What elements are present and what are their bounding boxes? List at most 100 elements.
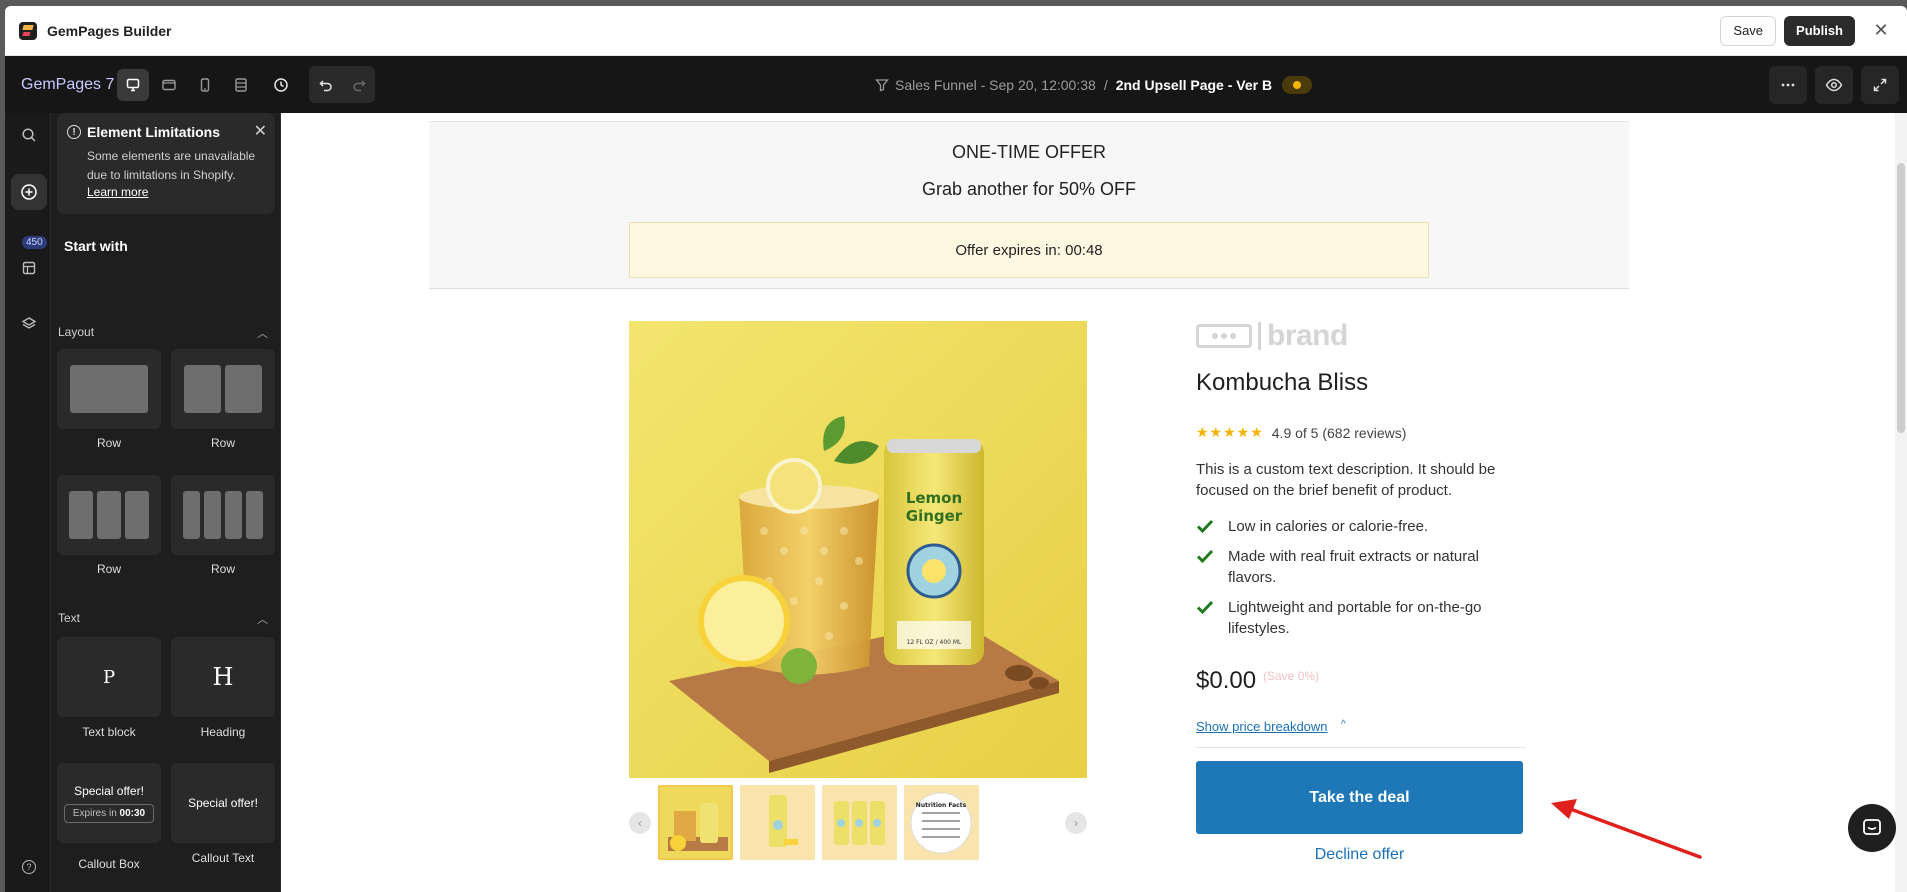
callout-preview-timer: Expires in 00:30 bbox=[63, 803, 155, 823]
layout-card-2col[interactable] bbox=[171, 349, 275, 429]
help-icon[interactable]: ? bbox=[22, 860, 36, 874]
chevron-up-icon[interactable]: ^ bbox=[1341, 719, 1346, 730]
redo-icon[interactable] bbox=[342, 66, 375, 103]
callout-box-label: Callout Box bbox=[78, 857, 140, 871]
funnel-crumb[interactable]: Sales Funnel - Sep 20, 12:00:38 bbox=[875, 77, 1096, 93]
learn-more-link[interactable]: Learn more bbox=[87, 185, 148, 199]
funnel-icon bbox=[875, 78, 889, 91]
status-badge bbox=[1282, 75, 1313, 94]
preview-eye-icon[interactable] bbox=[1815, 66, 1853, 104]
take-deal-button[interactable]: Take the deal bbox=[1196, 761, 1523, 834]
mobile-icon[interactable] bbox=[189, 69, 221, 101]
benefit-text: Made with real fruit extracts or natural… bbox=[1228, 548, 1479, 586]
fullscreen-icon[interactable] bbox=[1861, 66, 1899, 104]
more-icon[interactable] bbox=[1769, 66, 1807, 104]
benefit-item: Made with real fruit extracts or natural… bbox=[1196, 546, 1526, 588]
callout-box-card[interactable]: Special offer! Expires in 00:30 bbox=[57, 763, 161, 843]
layout-section-title[interactable]: Layout bbox=[58, 325, 94, 339]
product-thumbnails: ‹ Nutrition Facts › bbox=[629, 785, 1087, 861]
template-count-badge: 450 bbox=[22, 236, 47, 249]
heading-card[interactable]: H bbox=[171, 637, 275, 717]
text-block-label: Text block bbox=[82, 725, 136, 739]
heading-label: Heading bbox=[200, 725, 246, 739]
layout-label: Row bbox=[210, 562, 235, 576]
callout-text-preview: Special offer! bbox=[188, 796, 258, 810]
undo-icon[interactable] bbox=[309, 66, 342, 103]
chevron-up-icon[interactable]: ︿ bbox=[257, 611, 268, 627]
brand-logo[interactable]: brand bbox=[1196, 319, 1348, 353]
text-block-card[interactable]: P bbox=[57, 637, 161, 717]
layout-card-1col[interactable] bbox=[57, 349, 161, 429]
offer-title[interactable]: ONE-TIME OFFER bbox=[429, 142, 1629, 163]
benefit-item: Low in calories or calorie-free. bbox=[1196, 516, 1526, 537]
template-icon[interactable] bbox=[11, 250, 47, 286]
notice-close-icon[interactable]: ✕ bbox=[254, 121, 267, 141]
layout-label: Row bbox=[96, 562, 121, 576]
brand-logo-word: brand bbox=[1267, 319, 1348, 352]
scrollbar-thumb[interactable] bbox=[1897, 163, 1905, 433]
thumbnail-3[interactable] bbox=[822, 785, 897, 860]
column-block bbox=[97, 491, 121, 539]
editor-toolbar: GemPages 7 Sales Funnel - Sep 20, 12:00:… bbox=[5, 56, 1907, 113]
desktop-icon[interactable] bbox=[117, 68, 149, 101]
chevron-left-icon[interactable]: ‹ bbox=[629, 812, 651, 834]
price-breakdown-link[interactable]: Show price breakdown bbox=[1196, 719, 1328, 734]
column-block bbox=[70, 365, 148, 413]
can-volume: 12 FL OZ / 400 ML bbox=[907, 639, 962, 646]
brand-logo-divider bbox=[1258, 322, 1261, 350]
offer-subtitle[interactable]: Grab another for 50% OFF bbox=[429, 179, 1629, 200]
responsive-icon[interactable] bbox=[225, 69, 257, 101]
history-icon[interactable] bbox=[265, 69, 297, 101]
thumbnail-2[interactable] bbox=[740, 785, 815, 860]
nutrition-label: Nutrition Facts bbox=[916, 802, 967, 809]
close-icon[interactable]: ✕ bbox=[1869, 19, 1893, 43]
notice-title: Element Limitations bbox=[87, 124, 221, 140]
publish-button[interactable]: Publish bbox=[1784, 15, 1855, 46]
toolbar-right-actions bbox=[1769, 66, 1899, 104]
save-button[interactable]: Save bbox=[1720, 15, 1777, 46]
product-main-image[interactable]: Lemon Ginger 12 FL OZ / 400 ML bbox=[629, 321, 1087, 778]
add-element-icon[interactable] bbox=[11, 174, 47, 210]
callout-text-label: Callout Text bbox=[191, 851, 255, 865]
brand-logo-mark bbox=[1196, 324, 1252, 348]
funnel-name: Sales Funnel - Sep 20, 12:00:38 bbox=[895, 76, 1096, 93]
layout-card-4col[interactable] bbox=[171, 475, 275, 555]
tablet-landscape-icon[interactable] bbox=[153, 69, 185, 101]
product-description[interactable]: This is a custom text description. It sh… bbox=[1196, 459, 1526, 501]
layout-label: Row bbox=[96, 436, 121, 450]
text-section-title[interactable]: Text bbox=[58, 611, 80, 625]
layers-icon[interactable] bbox=[11, 306, 47, 342]
can-label-line2: Ginger bbox=[906, 507, 963, 525]
page-name[interactable]: 2nd Upsell Page - Ver B bbox=[1116, 77, 1272, 93]
countdown-timer[interactable]: Offer expires in: 00:48 bbox=[629, 222, 1429, 278]
can-label-line1: Lemon bbox=[906, 489, 962, 507]
benefit-text: Low in calories or calorie-free. bbox=[1228, 518, 1429, 535]
crumb-separator: / bbox=[1103, 76, 1108, 93]
start-with-heading: Start with bbox=[64, 238, 128, 254]
chevron-up-icon[interactable]: ︿ bbox=[257, 325, 268, 341]
canvas-scrollbar[interactable] bbox=[1895, 113, 1907, 892]
device-switcher bbox=[117, 68, 257, 101]
thumbnail-4[interactable]: Nutrition Facts bbox=[904, 785, 979, 860]
editor-brand: GemPages 7 bbox=[21, 75, 115, 93]
layout-label: Row bbox=[210, 436, 235, 450]
divider bbox=[1196, 747, 1526, 748]
chat-support-icon[interactable] bbox=[1848, 804, 1896, 852]
rating-text: 4.9 of 5 (682 reviews) bbox=[1271, 424, 1407, 441]
product-rating[interactable]: ★★★★★ 4.9 of 5 (682 reviews) bbox=[1196, 424, 1406, 441]
callout-text-card[interactable]: Special offer! bbox=[171, 763, 275, 843]
product-price[interactable]: $0.00 bbox=[1196, 667, 1256, 695]
thumbnail-1[interactable] bbox=[658, 785, 733, 860]
product-title[interactable]: Kombucha Bliss bbox=[1196, 369, 1368, 397]
search-icon[interactable] bbox=[11, 117, 47, 153]
offer-banner-section[interactable]: ONE-TIME OFFER Grab another for 50% OFF … bbox=[429, 121, 1629, 289]
page-canvas[interactable]: ONE-TIME OFFER Grab another for 50% OFF … bbox=[282, 113, 1907, 892]
breadcrumb: Sales Funnel - Sep 20, 12:00:38 / 2nd Up… bbox=[875, 56, 1313, 113]
benefit-text: Lightweight and portable for on-the-go l… bbox=[1228, 599, 1482, 637]
decline-offer-link[interactable]: Decline offer bbox=[1196, 846, 1523, 864]
layout-card-3col[interactable] bbox=[57, 475, 161, 555]
gempages-logo-icon bbox=[19, 21, 37, 40]
title-bar: GemPages Builder Save Publish ✕ bbox=[5, 6, 1907, 56]
chevron-right-icon[interactable]: › bbox=[1065, 812, 1087, 834]
benefits-list[interactable]: Low in calories or calorie-free. Made wi… bbox=[1196, 516, 1526, 648]
